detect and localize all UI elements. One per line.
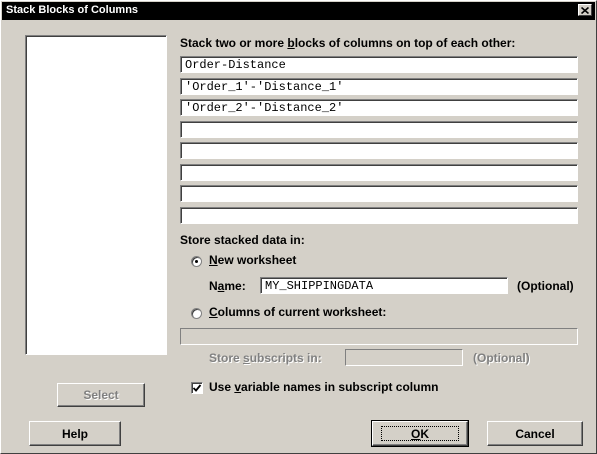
block-field-2[interactable]: 'Order_1'-'Distance_1' xyxy=(180,78,578,95)
instructions-accel: b xyxy=(287,36,295,50)
block-field-1[interactable]: Order-Distance xyxy=(180,56,578,73)
use-variable-names-label[interactable]: Use variable names in subscript column xyxy=(209,380,438,394)
subscripts-label: Store subscripts in: xyxy=(209,351,322,365)
name-input[interactable]: MY_SHIPPINGDATA xyxy=(260,277,508,294)
block-field-6[interactable] xyxy=(180,164,578,181)
name-label: Name: xyxy=(209,279,246,293)
new-worksheet-radio[interactable] xyxy=(191,256,202,267)
columns-current-input[interactable] xyxy=(180,328,578,345)
subscripts-input[interactable] xyxy=(345,349,463,366)
use-names-post: ariable names in subscript column xyxy=(241,380,439,394)
select-button[interactable]: Select xyxy=(57,383,145,407)
block-field-5[interactable] xyxy=(180,142,578,159)
block-field-7[interactable] xyxy=(180,185,578,202)
store-heading: Store stacked data in: xyxy=(180,233,305,247)
use-variable-names-checkbox[interactable] xyxy=(191,382,203,394)
subscripts-accel: s xyxy=(243,351,250,365)
block-field-8[interactable] xyxy=(180,207,578,224)
columns-current-accel: C xyxy=(209,305,218,319)
columns-current-rest: olumns of current worksheet: xyxy=(217,305,387,319)
close-icon xyxy=(581,6,589,14)
name-label-post: me: xyxy=(224,279,246,293)
instructions-label: Stack two or more blocks of columns on t… xyxy=(180,36,515,50)
new-worksheet-rest: ew worksheet xyxy=(217,253,297,267)
name-optional-label: (Optional) xyxy=(517,279,574,293)
block-field-3[interactable]: 'Order_2'-'Distance_2' xyxy=(180,99,578,116)
subscripts-post: ubscripts in: xyxy=(249,351,322,365)
focus-rect xyxy=(381,426,459,441)
checkmark-icon xyxy=(192,384,202,392)
title-bar: Stack Blocks of Columns xyxy=(2,2,595,20)
new-worksheet-label[interactable]: New worksheet xyxy=(209,253,296,267)
subscripts-pre: Store xyxy=(209,351,244,365)
dialog-title: Stack Blocks of Columns xyxy=(6,4,139,16)
block-field-4[interactable] xyxy=(180,121,578,138)
new-worksheet-accel: N xyxy=(209,253,218,267)
close-button[interactable] xyxy=(578,4,592,16)
subscripts-optional-label: (Optional) xyxy=(473,351,530,365)
columns-current-radio[interactable] xyxy=(191,308,202,319)
ok-button[interactable]: OK xyxy=(371,420,469,447)
stack-blocks-dialog: Stack Blocks of Columns Stack two or mor… xyxy=(0,0,597,454)
columns-listbox[interactable] xyxy=(25,35,167,355)
use-names-pre: Use xyxy=(209,380,235,394)
cancel-button[interactable]: Cancel xyxy=(487,421,583,446)
instructions-pre: Stack two or more xyxy=(180,36,288,50)
name-label-pre: N xyxy=(209,279,218,293)
columns-current-label[interactable]: Columns of current worksheet: xyxy=(209,305,386,319)
help-button[interactable]: Help xyxy=(29,421,121,446)
instructions-post: locks of columns on top of each other: xyxy=(294,36,516,50)
